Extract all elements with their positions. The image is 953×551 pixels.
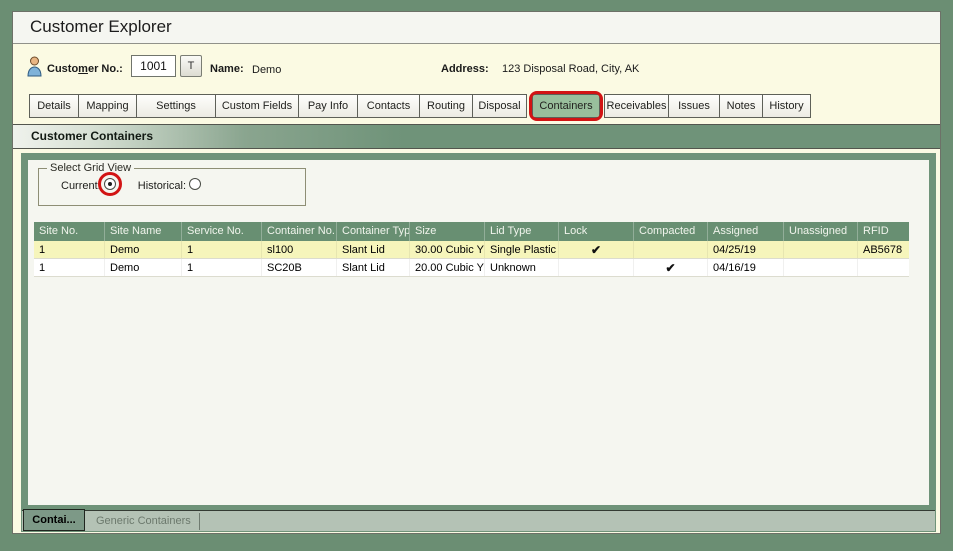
cell-container-type: Slant Lid bbox=[336, 259, 409, 276]
col-assigned[interactable]: Assigned bbox=[707, 222, 783, 241]
col-container-type[interactable]: Container Typ bbox=[336, 222, 409, 241]
cell-rfid bbox=[857, 259, 909, 276]
cell-assigned: 04/16/19 bbox=[707, 259, 783, 276]
col-lock[interactable]: Lock bbox=[558, 222, 633, 241]
containers-panel: Select Grid View Current: Historical: Si… bbox=[21, 153, 936, 532]
col-size[interactable]: Size bbox=[409, 222, 484, 241]
address-label: Address: bbox=[441, 63, 489, 75]
grid-view-options: Current: Historical: bbox=[61, 172, 305, 196]
col-rfid[interactable]: RFID bbox=[857, 222, 909, 241]
col-service-no[interactable]: Service No. bbox=[181, 222, 261, 241]
cell-service-no: 1 bbox=[181, 241, 261, 258]
tab-pay-info[interactable]: Pay Info bbox=[298, 94, 358, 118]
cell-rfid: AB5678 bbox=[857, 241, 909, 258]
col-site-name[interactable]: Site Name bbox=[104, 222, 181, 241]
cell-assigned: 04/25/19 bbox=[707, 241, 783, 258]
tab-receivables[interactable]: Receivables bbox=[604, 94, 669, 118]
app-frame: Customer Explorer Customer No.: T Name: … bbox=[0, 0, 953, 551]
tab-mapping[interactable]: Mapping bbox=[78, 94, 137, 118]
cell-lock bbox=[558, 259, 633, 276]
tab-routing[interactable]: Routing bbox=[419, 94, 473, 118]
bottom-tab-generic-containers[interactable]: Generic Containers bbox=[94, 513, 200, 530]
col-site-no[interactable]: Site No. bbox=[34, 222, 104, 241]
tab-containers[interactable]: Containers bbox=[529, 91, 603, 121]
col-lid-type[interactable]: Lid Type bbox=[484, 222, 558, 241]
customer-no-label: Customer No.: bbox=[47, 63, 123, 75]
cell-container-no: SC20B bbox=[261, 259, 336, 276]
table-row[interactable]: 1 Demo 1 SC20B Slant Lid 20.00 Cubic Y U… bbox=[34, 259, 909, 277]
tab-custom-fields[interactable]: Custom Fields bbox=[215, 94, 299, 118]
cell-lid-type: Unknown bbox=[484, 259, 558, 276]
customer-person-icon bbox=[27, 56, 42, 77]
current-radio[interactable] bbox=[103, 178, 116, 190]
cell-unassigned bbox=[783, 259, 857, 276]
section-title: Customer Containers bbox=[31, 129, 154, 143]
cell-compacted-checkmark: ✔ bbox=[633, 259, 707, 276]
cell-container-type: Slant Lid bbox=[336, 241, 409, 258]
cell-unassigned bbox=[783, 241, 857, 258]
name-label: Name: bbox=[210, 63, 244, 75]
cell-site-name: Demo bbox=[104, 259, 181, 276]
tab-notes[interactable]: Notes bbox=[719, 94, 763, 118]
cell-service-no: 1 bbox=[181, 259, 261, 276]
page-title: Customer Explorer bbox=[30, 17, 172, 36]
col-container-no[interactable]: Container No. bbox=[261, 222, 336, 241]
section-header-bar: Customer Containers bbox=[13, 124, 940, 149]
tab-containers-label: Containers bbox=[539, 100, 593, 112]
tab-settings[interactable]: Settings bbox=[136, 94, 216, 118]
current-radio-wrap bbox=[97, 172, 122, 196]
customer-no-input[interactable] bbox=[131, 55, 176, 77]
tab-bar: Details Mapping Settings Custom Fields P… bbox=[29, 91, 811, 121]
cell-lock-checkmark: ✔ bbox=[558, 241, 633, 258]
customer-lookup-button[interactable]: T bbox=[180, 55, 202, 77]
containers-grid: Site No. Site Name Service No. Container… bbox=[34, 222, 909, 277]
address-value: 123 Disposal Road, City, AK bbox=[502, 63, 640, 75]
historical-radio[interactable] bbox=[189, 178, 202, 190]
name-value: Demo bbox=[252, 64, 282, 76]
cell-compacted bbox=[633, 241, 707, 258]
col-compacted[interactable]: Compacted bbox=[633, 222, 707, 241]
customer-no-label-mnemonic: m bbox=[78, 63, 88, 75]
customer-no-label-pre: Custo bbox=[47, 63, 79, 75]
containers-page: Select Grid View Current: Historical: Si… bbox=[28, 160, 929, 505]
bottom-tab-containers[interactable]: Contai... bbox=[23, 509, 85, 531]
tab-disposal[interactable]: Disposal bbox=[472, 94, 527, 118]
tab-issues[interactable]: Issues bbox=[668, 94, 720, 118]
cell-site-name: Demo bbox=[104, 241, 181, 258]
cell-site-no: 1 bbox=[39, 262, 46, 274]
customer-explorer-window: Customer Explorer Customer No.: T Name: … bbox=[12, 11, 941, 534]
grid-header-row: Site No. Site Name Service No. Container… bbox=[34, 222, 909, 241]
current-radio-label: Current: bbox=[61, 179, 101, 192]
select-grid-view-legend: Select Grid View bbox=[50, 162, 132, 174]
cell-size: 30.00 Cubic Y bbox=[409, 241, 484, 258]
tab-details[interactable]: Details bbox=[29, 94, 79, 118]
cell-size: 20.00 Cubic Y bbox=[409, 259, 484, 276]
table-row[interactable]: 1 Demo 1 sl100 Slant Lid 30.00 Cubic Y S… bbox=[34, 241, 909, 259]
col-unassigned[interactable]: Unassigned bbox=[783, 222, 857, 241]
customer-no-label-post: er No.: bbox=[87, 63, 123, 75]
bottom-tab-strip: Generic Containers bbox=[22, 510, 935, 531]
cell-container-no: sl100 bbox=[261, 241, 336, 258]
historical-radio-wrap bbox=[189, 178, 202, 193]
historical-radio-label: Historical: bbox=[137, 179, 187, 192]
tab-history[interactable]: History bbox=[762, 94, 811, 118]
cell-site-no: 1 bbox=[39, 244, 46, 256]
tab-contacts[interactable]: Contacts bbox=[357, 94, 420, 118]
cell-lid-type: Single Plastic bbox=[484, 241, 558, 258]
title-band: Customer Explorer bbox=[13, 12, 940, 44]
select-grid-view-group: Select Grid View Current: Historical: bbox=[38, 162, 306, 206]
